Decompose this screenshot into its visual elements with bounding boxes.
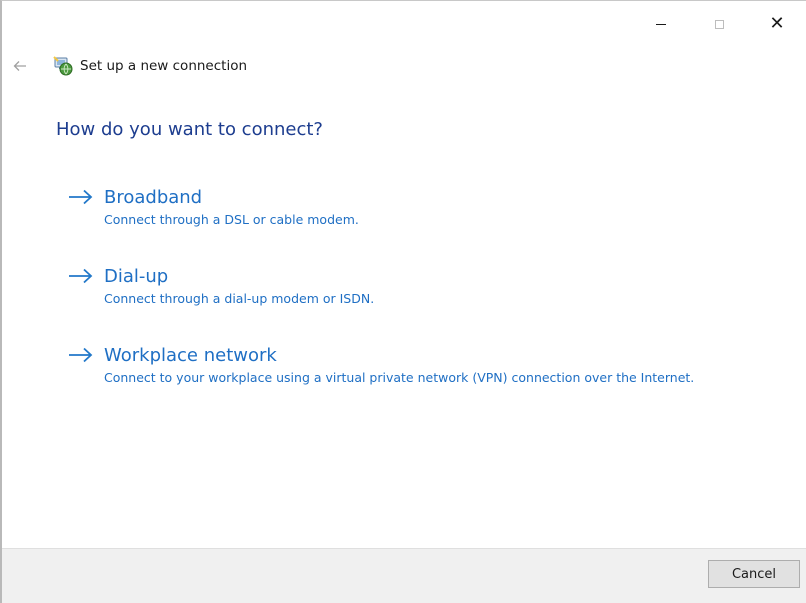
header-bar: Set up a new connection	[2, 53, 247, 79]
wizard-question: How do you want to connect?	[56, 119, 323, 140]
option-text: Workplace network Connect to your workpl…	[104, 345, 694, 387]
option-title: Dial-up	[104, 266, 169, 287]
back-arrow-icon	[13, 61, 26, 71]
option-dial-up[interactable]: Dial-up Connect through a dial-up modem …	[68, 266, 694, 308]
minimize-button[interactable]	[632, 1, 690, 47]
option-text: Broadband Connect through a DSL or cable…	[104, 187, 359, 229]
arrow-right-icon	[69, 347, 93, 363]
option-description: Connect to your workplace using a virtua…	[104, 370, 695, 385]
network-connection-icon	[52, 55, 74, 77]
connection-options: Broadband Connect through a DSL or cable…	[68, 187, 694, 424]
option-text: Dial-up Connect through a dial-up modem …	[104, 266, 374, 308]
cancel-button[interactable]: Cancel	[708, 560, 800, 588]
option-title: Broadband	[104, 187, 203, 208]
maximize-button[interactable]	[690, 1, 748, 47]
option-broadband[interactable]: Broadband Connect through a DSL or cable…	[68, 187, 694, 229]
back-button[interactable]	[12, 60, 28, 72]
option-description: Connect through a dial-up modem or ISDN.	[104, 291, 375, 306]
maximize-icon	[714, 19, 724, 29]
page-title: Set up a new connection	[80, 58, 248, 74]
close-button[interactable]: ✕	[748, 1, 806, 47]
option-title: Workplace network	[104, 345, 277, 366]
option-workplace-network[interactable]: Workplace network Connect to your workpl…	[68, 345, 694, 387]
minimize-icon	[656, 24, 666, 25]
connection-wizard-window: ✕ Set up a new connection How do you wan…	[0, 0, 806, 603]
caption-buttons: ✕	[632, 1, 806, 47]
arrow-right-icon	[69, 268, 93, 284]
arrow-right-icon	[69, 189, 93, 205]
wizard-footer: Cancel	[2, 548, 806, 603]
option-description: Connect through a DSL or cable modem.	[104, 212, 359, 227]
close-icon: ✕	[769, 13, 785, 34]
